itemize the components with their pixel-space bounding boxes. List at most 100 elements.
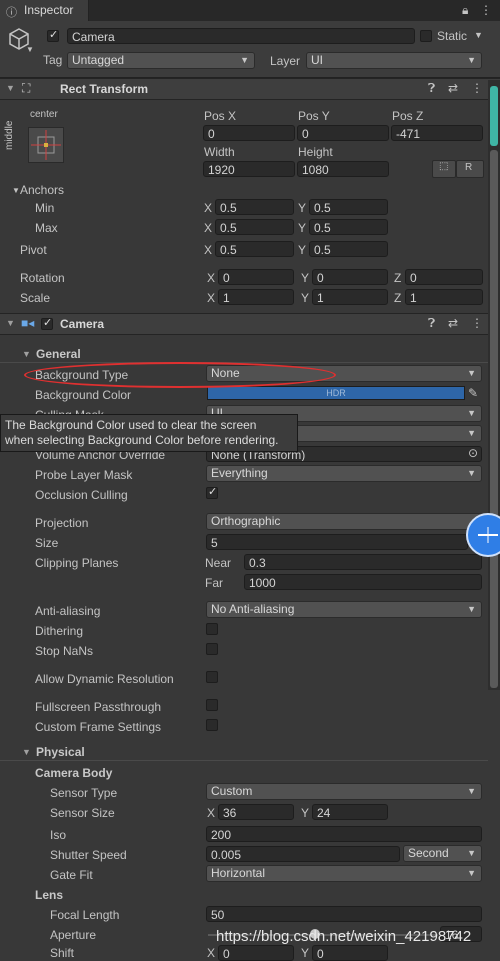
static-dropdown-icon[interactable]: ▼ [474,30,483,40]
preset-icon[interactable]: ⇄ [448,81,458,95]
focal-length-field[interactable]: 50 [206,906,482,922]
chevron-down-icon[interactable]: ▼ [26,45,34,54]
anti-aliasing-value: No Anti-aliasing [211,602,295,616]
custom-frame-settings-checkbox[interactable] [206,719,218,731]
raw-edit-label: R [465,162,473,173]
chevron-down-icon: ▼ [467,604,476,614]
max-x-field[interactable]: 0.5 [215,219,294,235]
background-color-label: Background Color [35,388,132,402]
pivot-label: Pivot [20,243,47,257]
pivot-x-field[interactable]: 0.5 [215,241,294,257]
far-field[interactable]: 1000 [244,574,482,590]
object-name-input[interactable]: Camera [67,28,415,44]
probe-layer-mask-label: Probe Layer Mask [35,468,133,482]
camera-component-header[interactable]: ▼ ■◂ ✓ Camera ❓︎ ⇄ ⋮ [0,313,500,335]
shutter-speed-field[interactable]: 0.005 [206,846,400,862]
scrollbar-thumb-accent[interactable] [490,86,498,146]
rotation-y-field[interactable]: 0 [312,269,388,285]
occlusion-culling-checkbox[interactable]: ✓ [206,486,218,499]
pos-x-field[interactable]: 0 [203,125,295,141]
layer-dropdown[interactable]: UI ▼ [306,52,482,69]
near-field[interactable]: 0.3 [244,554,482,570]
annotation-oval [24,362,336,388]
anti-aliasing-dropdown[interactable]: No Anti-aliasing ▼ [206,601,482,618]
component-title: Rect Transform [60,82,149,96]
shift-y-field[interactable]: 0 [312,945,388,961]
probe-layer-mask-dropdown[interactable]: Everything ▼ [206,465,482,482]
min-y-field[interactable]: 0.5 [309,199,388,215]
fullscreen-passthrough-checkbox[interactable] [206,699,218,711]
min-x-field[interactable]: 0.5 [215,199,294,215]
menu-icon[interactable]: ⋮ [480,3,492,17]
background-color-field[interactable]: HDR [207,386,465,400]
projection-dropdown[interactable]: Orthographic [206,513,482,530]
x-label: X [207,291,216,305]
rect-transform-header[interactable]: ▼ ⛶ Rect Transform ❓︎ ⇄ ⋮ [0,78,500,100]
shift-label: Shift [50,946,75,960]
static-checkbox[interactable] [420,30,432,42]
context-menu-icon[interactable]: ⋮ [471,81,483,95]
dynamic-resolution-checkbox[interactable] [206,671,218,683]
sensor-size-y-field[interactable]: 24 [312,804,388,820]
tooltip: The Background Color used to clear the s… [0,414,298,452]
size-field[interactable]: 5 [206,534,468,550]
eyedropper-icon[interactable]: ✎ [468,386,478,400]
scale-x-field[interactable]: 1 [218,289,294,305]
gate-fit-label: Gate Fit [50,868,93,882]
checkmark-icon: ✓ [208,486,218,498]
max-y-field[interactable]: 0.5 [309,219,388,235]
pos-y-field[interactable]: 0 [297,125,389,141]
lock-icon[interactable]: 🔒︎ [462,3,468,18]
custom-frame-settings-label: Custom Frame Settings [35,720,162,734]
y-label: Y [301,291,310,305]
x-label: X [204,201,213,215]
y-label: Y [298,221,307,235]
width-field[interactable]: 1920 [203,161,295,177]
sensor-type-dropdown[interactable]: Custom ▼ [206,783,482,800]
rotation-x-field[interactable]: 0 [218,269,294,285]
scrollbar-thumb[interactable] [490,150,498,688]
help-icon[interactable]: ❓︎ [428,316,435,331]
scale-y-field[interactable]: 1 [312,289,388,305]
x-label: X [204,243,213,257]
active-checkbox[interactable]: ✓ [47,29,59,42]
dithering-label: Dithering [35,624,84,638]
iso-field[interactable]: 200 [206,826,482,842]
y-label: Y [301,806,310,820]
section-physical[interactable]: ▼ Physical [0,745,488,761]
iso-label: Iso [50,828,67,842]
size-label: Size [35,536,59,550]
anchor-preset-button[interactable] [28,127,64,163]
raw-edit-button[interactable]: R [456,160,484,178]
camera-enabled-checkbox[interactable]: ✓ [41,317,53,330]
shutter-unit-dropdown[interactable]: Second ▼ [403,845,482,862]
pivot-y-field[interactable]: 0.5 [309,241,388,257]
blueprint-mode-button[interactable]: ⬚ [432,160,456,178]
tag-dropdown[interactable]: Untagged ▼ [67,52,255,69]
foldout-icon[interactable]: ▼ [12,186,20,195]
scale-z-field[interactable]: 1 [405,289,483,305]
pos-z-field[interactable]: -471 [391,125,483,141]
section-general[interactable]: ▼ General [0,347,488,363]
height-field[interactable]: 1080 [297,161,389,177]
component-title: Camera [60,317,105,331]
context-menu-icon[interactable]: ⋮ [471,316,483,330]
dithering-checkbox[interactable] [206,623,218,635]
floating-assist-button[interactable] [466,513,500,557]
object-picker-icon[interactable]: ⊙ [468,446,478,460]
preset-icon[interactable]: ⇄ [448,316,458,330]
tab-inspector[interactable]: ⓘ Inspector [0,0,89,21]
sensor-type-label: Sensor Type [50,786,118,800]
focal-length-label: Focal Length [50,908,120,922]
chevron-down-icon: ▼ [467,368,476,378]
rotation-z-field[interactable]: 0 [405,269,483,285]
chevron-down-icon: ▼ [240,55,249,65]
aperture-label: Aperture [50,928,97,942]
stop-nans-checkbox[interactable] [206,643,218,655]
sensor-size-x-field[interactable]: 36 [218,804,294,820]
shift-x-field[interactable]: 0 [218,945,294,961]
scrollbar[interactable] [488,80,500,690]
help-icon[interactable]: ❓︎ [428,81,435,96]
sensor-size-label: Sensor Size [50,806,115,820]
gate-fit-dropdown[interactable]: Horizontal ▼ [206,865,482,882]
